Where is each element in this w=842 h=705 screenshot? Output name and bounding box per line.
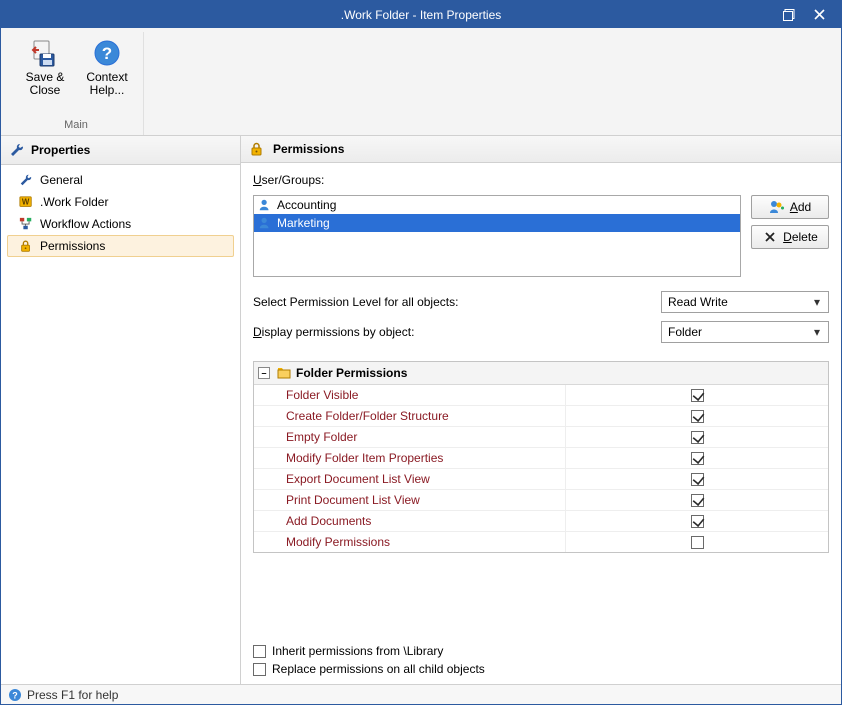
main-header: Permissions [241, 136, 841, 163]
permission-row: Export Document List View [254, 469, 828, 490]
save-close-icon [29, 37, 61, 69]
permission-label: Print Document List View [254, 490, 566, 510]
wrench-icon [18, 172, 34, 188]
list-item[interactable]: Marketing [254, 214, 740, 232]
help-icon: ? [7, 687, 23, 703]
permission-checkbox[interactable] [691, 389, 704, 402]
restore-button[interactable] [775, 5, 803, 25]
permissions-grid: – Folder Permissions Folder VisibleCreat… [253, 361, 829, 553]
permission-label: Add Documents [254, 511, 566, 531]
permission-label: Export Document List View [254, 469, 566, 489]
sidebar-item-general[interactable]: General [7, 169, 234, 191]
lock-icon [18, 238, 34, 254]
ribbon: Save & Close ? Context Help... Main [1, 28, 841, 136]
add-button[interactable]: Add [751, 195, 829, 219]
permission-row: Modify Folder Item Properties [254, 448, 828, 469]
grid-title: Folder Permissions [296, 366, 407, 380]
permission-label: Modify Permissions [254, 532, 566, 552]
list-item[interactable]: Accounting [254, 196, 740, 214]
permission-checkbox[interactable] [691, 410, 704, 423]
lock-icon [249, 141, 265, 157]
user-groups-list[interactable]: Accounting Marketing [253, 195, 741, 277]
permission-row: Print Document List View [254, 490, 828, 511]
permission-checkbox[interactable] [691, 473, 704, 486]
permission-checkbox[interactable] [691, 515, 704, 528]
chevron-down-icon: ▾ [810, 295, 824, 309]
permission-level-combo[interactable]: Read Write ▾ [661, 291, 829, 313]
permission-label: Folder Visible [254, 385, 566, 405]
sidebar-item-permissions[interactable]: Permissions [7, 235, 234, 257]
sidebar: Properties General W .Work Folder Workfl… [1, 136, 241, 684]
folder-w-icon: W [18, 194, 34, 210]
inherit-label: Inherit permissions from \Library [272, 644, 443, 658]
svg-text:W: W [22, 198, 30, 207]
delete-icon [762, 229, 778, 245]
add-user-icon [769, 199, 785, 215]
folder-icon [276, 365, 292, 381]
list-item-label: Marketing [277, 216, 330, 230]
delete-button[interactable]: Delete [751, 225, 829, 249]
status-text: Press F1 for help [27, 688, 118, 702]
permission-checkbox[interactable] [691, 431, 704, 444]
permission-label: Create Folder/Folder Structure [254, 406, 566, 426]
user-icon [257, 215, 273, 231]
close-button[interactable] [805, 5, 833, 25]
sidebar-item-workflow[interactable]: Workflow Actions [7, 213, 234, 235]
save-close-label: Save & Close [17, 71, 73, 97]
context-help-button[interactable]: ? Context Help... [77, 34, 137, 100]
inherit-checkbox[interactable] [253, 645, 266, 658]
main-title: Permissions [273, 142, 344, 156]
sidebar-title: Properties [31, 143, 90, 157]
replace-checkbox[interactable] [253, 663, 266, 676]
grid-header: – Folder Permissions [254, 362, 828, 385]
context-help-label: Context Help... [79, 71, 135, 97]
replace-label: Replace permissions on all child objects [272, 662, 485, 676]
help-icon: ? [91, 37, 123, 69]
workflow-icon [18, 216, 34, 232]
window-title: .Work Folder - Item Properties [341, 8, 502, 22]
permission-checkbox[interactable] [691, 536, 704, 549]
main-panel: Permissions User/Groups: Accounting Mark… [241, 136, 841, 684]
permission-row: Modify Permissions [254, 532, 828, 553]
save-close-button[interactable]: Save & Close [15, 34, 75, 100]
wrench-icon [9, 142, 25, 158]
chevron-down-icon: ▾ [810, 325, 824, 339]
combo-value: Folder [668, 325, 702, 339]
ribbon-group-main: Save & Close ? Context Help... Main [9, 32, 144, 135]
permission-checkbox[interactable] [691, 452, 704, 465]
user-groups-label: User/Groups: [253, 173, 829, 187]
title-bar: .Work Folder - Item Properties [1, 1, 841, 28]
permission-row: Create Folder/Folder Structure [254, 406, 828, 427]
combo-value: Read Write [668, 295, 728, 309]
svg-text:?: ? [102, 44, 112, 63]
list-item-label: Accounting [277, 198, 336, 212]
status-bar: ? Press F1 for help [1, 684, 841, 704]
permission-row: Folder Visible [254, 385, 828, 406]
permission-label: Empty Folder [254, 427, 566, 447]
permission-checkbox[interactable] [691, 494, 704, 507]
permission-row: Empty Folder [254, 427, 828, 448]
permission-label: Modify Folder Item Properties [254, 448, 566, 468]
sidebar-header: Properties [1, 136, 240, 165]
sidebar-item-label: Workflow Actions [40, 217, 131, 231]
permission-row: Add Documents [254, 511, 828, 532]
ribbon-group-label: Main [15, 117, 137, 135]
sidebar-item-label: .Work Folder [40, 195, 108, 209]
collapse-toggle[interactable]: – [258, 367, 270, 379]
display-by-combo[interactable]: Folder ▾ [661, 321, 829, 343]
select-level-label: Select Permission Level for all objects: [253, 295, 458, 309]
sidebar-item-label: Permissions [40, 239, 105, 253]
user-icon [257, 197, 273, 213]
display-by-label: Display permissions by object: [253, 325, 414, 339]
sidebar-item-work-folder[interactable]: W .Work Folder [7, 191, 234, 213]
sidebar-item-label: General [40, 173, 83, 187]
nav-list: General W .Work Folder Workflow Actions … [1, 165, 240, 261]
svg-text:?: ? [12, 690, 18, 700]
